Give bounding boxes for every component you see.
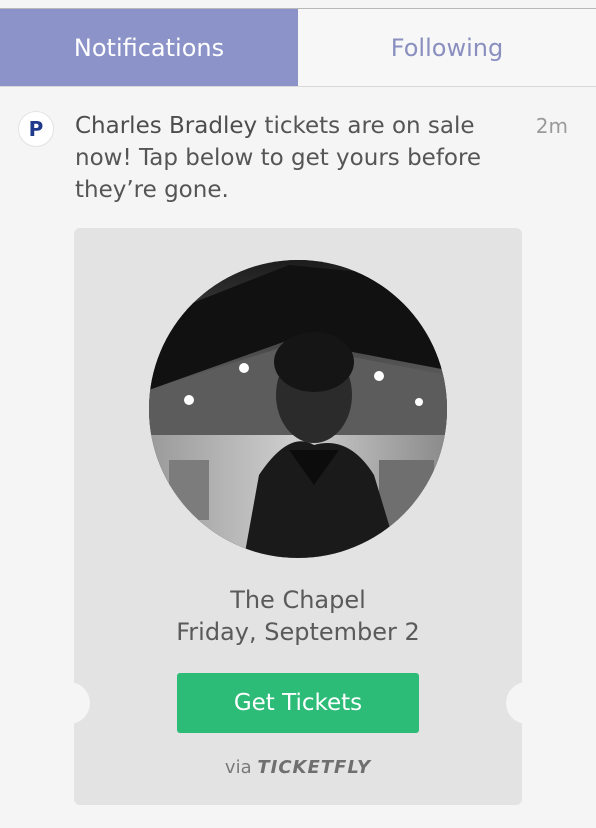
tab-following[interactable]: Following — [298, 9, 596, 86]
get-tickets-button[interactable]: Get Tickets — [177, 673, 419, 733]
tab-notifications[interactable]: Notifications — [0, 9, 298, 86]
notification-message: Charles Bradley tickets are on sale now!… — [75, 110, 515, 206]
artist-name[interactable]: Charles Bradley — [75, 113, 257, 139]
avatar[interactable]: P — [18, 111, 54, 147]
venue-name: The Chapel — [230, 586, 366, 614]
status-divider — [0, 0, 596, 9]
ticket-card[interactable]: The Chapel Friday, September 2 Get Ticke… — [58, 228, 538, 805]
ticketfly-logo: TICKETFLY — [257, 757, 372, 778]
artist-photo-graphic — [149, 260, 447, 558]
event-date: Friday, September 2 — [176, 618, 420, 646]
timestamp: 2m — [535, 114, 568, 138]
ticket-notch-left — [58, 682, 90, 724]
ticket-notch-right — [506, 682, 538, 724]
artist-photo — [149, 260, 447, 558]
via-label: via — [224, 757, 252, 778]
provider-credit: via TICKETFLY — [74, 757, 522, 778]
tab-bar: Notifications Following — [0, 9, 596, 87]
